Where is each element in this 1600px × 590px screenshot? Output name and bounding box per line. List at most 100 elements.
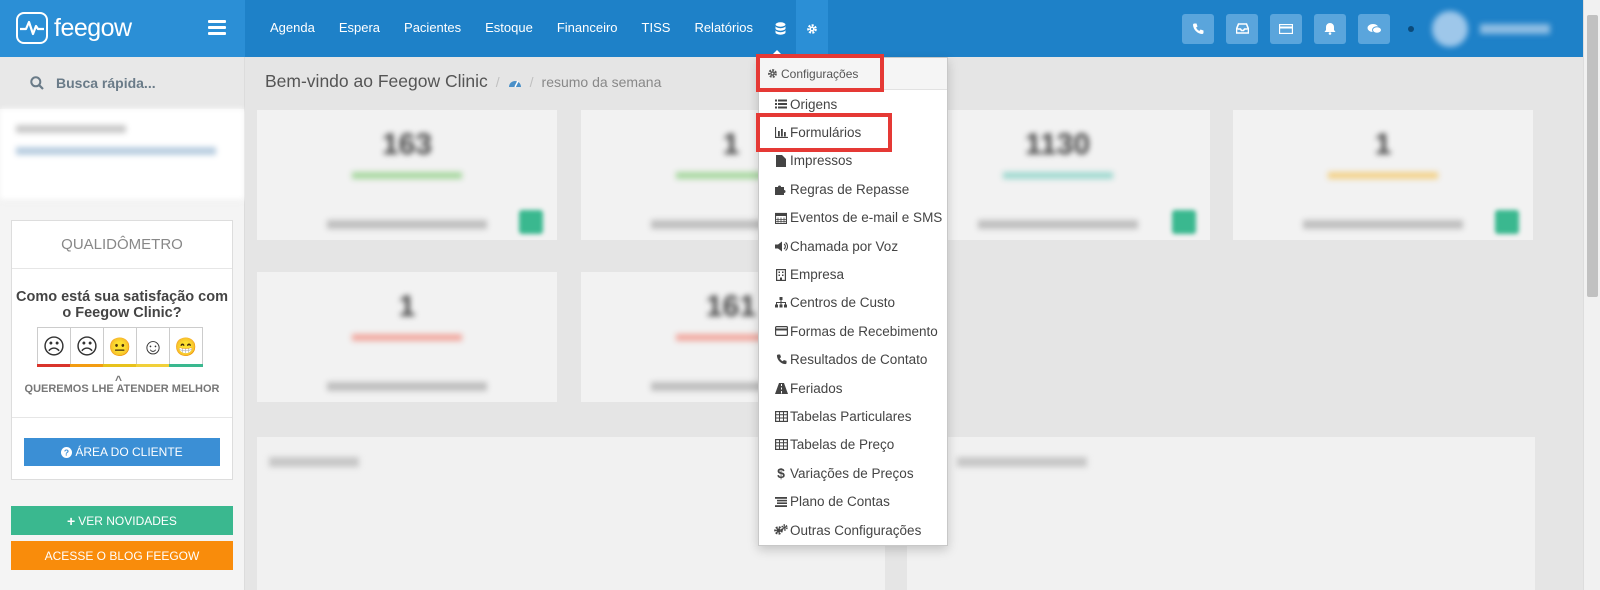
menu-item-variacoes-precos[interactable]: $ Variações de Preços [759,459,947,487]
ver-novidades-label: VER NOVIDADES [78,513,177,528]
highlight-configuracoes [756,54,884,92]
search-input[interactable]: Busca rápida... [56,75,156,91]
calendar-icon [774,212,788,224]
stat-card: 163 [257,110,557,240]
quick-search[interactable]: Busca rápida... [0,57,244,109]
qualidometro-title: QUALIDÔMETRO [12,221,232,269]
bell-icon[interactable] [1314,13,1346,44]
svg-text:?: ? [64,447,69,457]
phone-icon[interactable] [1182,13,1214,44]
main-nav: Agenda Espera Pacientes Estoque Financei… [258,0,828,57]
menu-item-label: Origens [790,96,838,112]
menu-item-label: Centros de Custo [790,295,896,311]
page-title: Bem-vindo ao Feegow Clinic [265,71,488,91]
page-subtitle: resumo da semana [541,73,662,90]
satisfaction-faces: ☹ ☹ 😐 ☺ 😁 [37,327,232,367]
inbox-icon[interactable] [1226,13,1258,44]
nav-financeiro[interactable]: Financeiro [545,0,630,57]
nav-espera[interactable]: Espera [327,0,392,57]
blog-feegow-label: ACESSE O BLOG FEEGOW [44,548,200,563]
file-icon [774,154,788,167]
ver-novidades-button[interactable]: + VER NOVIDADES [11,506,233,535]
menu-item-label: Tabelas Particulares [790,408,912,424]
phone-icon [774,354,788,365]
menu-item-centros-custo[interactable]: Centros de Custo [759,289,947,317]
scrollbar-thumb[interactable] [1587,15,1598,297]
menu-item-label: Resultados de Contato [790,352,928,368]
menu-item-label: Tabelas de Preço [790,437,895,453]
menu-item-label: Eventos de e-mail e SMS [790,210,943,226]
menu-item-resultados-contato[interactable]: Resultados de Contato [759,346,947,374]
menu-toggle-icon[interactable] [208,20,226,38]
dashboard-icon[interactable] [508,76,522,88]
breadcrumb: Bem-vindo ao Feegow Clinic / / resumo da… [265,71,662,91]
list-icon [774,99,788,109]
area-cliente-label: ÁREA DO CLIENTE [75,445,183,459]
quali-subtitle: ^ QUEREMOS LHE ATENDER MELHOR [12,373,232,395]
menu-item-tabelas-preco[interactable]: Tabelas de Preço [759,431,947,459]
nav-agenda[interactable]: Agenda [258,0,327,57]
menu-item-regras-repasse[interactable]: Regras de Repasse [759,175,947,203]
menu-item-tabelas-particulares[interactable]: Tabelas Particulares [759,402,947,430]
chat-icon[interactable] [1358,13,1390,44]
gear-icon[interactable] [795,0,828,57]
page-scrollbar[interactable] [1583,0,1600,590]
menu-item-label: Feriados [790,380,843,396]
menu-item-feriados[interactable]: Feriados [759,374,947,402]
nav-relatorios[interactable]: Relatórios [682,0,765,57]
volume-icon [774,241,788,252]
menu-item-label: Outras Configurações [790,522,922,538]
logo[interactable]: feegow [16,12,132,44]
nav-tiss[interactable]: TISS [630,0,683,57]
database-icon[interactable] [765,0,796,57]
logo-area: feegow [0,0,245,57]
credit-card-icon [774,326,788,337]
stat-card: 1 [257,272,557,402]
building-icon [774,268,788,281]
face-unhappy-icon[interactable]: ☹ [70,327,104,367]
status-dot [1408,25,1414,32]
menu-item-formas-recebimento[interactable]: Formas de Recebimento [759,317,947,345]
face-neutral-icon[interactable]: 😐 [103,327,137,367]
question-circle-icon: ? [61,446,73,458]
dollar-icon: $ [777,465,785,482]
face-bar [37,364,71,367]
face-very-happy-icon[interactable]: 😁 [169,327,203,367]
area-cliente-button[interactable]: ? ÁREA DO CLIENTE [24,438,220,466]
puzzle-icon [774,183,788,196]
blurred-user-info [0,109,244,201]
menu-item-plano-contas[interactable]: Plano de Contas [759,487,947,515]
nav-pacientes[interactable]: Pacientes [392,0,473,57]
top-right-tools [1182,0,1600,57]
gears-icon [774,524,788,536]
face-very-unhappy-icon[interactable]: ☹ [37,327,71,367]
face-bar [103,364,137,367]
table-icon [774,410,788,422]
avatar[interactable] [1432,10,1468,47]
menu-item-label: Regras de Repasse [790,181,910,197]
menu-item-outras-configuracoes[interactable]: Outras Configurações [759,516,947,544]
menu-item-label: Plano de Contas [790,494,890,510]
road-icon [774,382,788,394]
face-happy-icon[interactable]: ☺ [136,327,170,367]
nav-estoque[interactable]: Estoque [473,0,545,57]
stat-card: 1 [1233,110,1533,240]
face-bar [136,364,170,367]
sitemap-icon [774,297,788,308]
table-icon [774,439,788,451]
atendimentos-panel [907,437,1535,590]
blog-feegow-button[interactable]: ACESSE O BLOG FEEGOW [11,541,233,570]
satisfaction-question: Como está sua satisfação com o Feegow Cl… [16,289,228,321]
menu-item-eventos-email-sms[interactable]: Eventos de e-mail e SMS [759,204,947,232]
menu-item-label: Empresa [790,267,845,283]
menu-item-label: Formas de Recebimento [790,323,938,339]
user-name-blurred[interactable] [1480,23,1550,34]
list-alt-icon [774,496,788,507]
highlight-formularios [756,113,892,152]
card-icon[interactable] [1270,13,1302,44]
search-icon [30,76,44,90]
logo-text: feegow [54,13,132,42]
menu-item-empresa[interactable]: Empresa [759,260,947,288]
menu-item-chamada-voz[interactable]: Chamada por Voz [759,232,947,260]
menu-item-label: Impressos [790,153,853,169]
